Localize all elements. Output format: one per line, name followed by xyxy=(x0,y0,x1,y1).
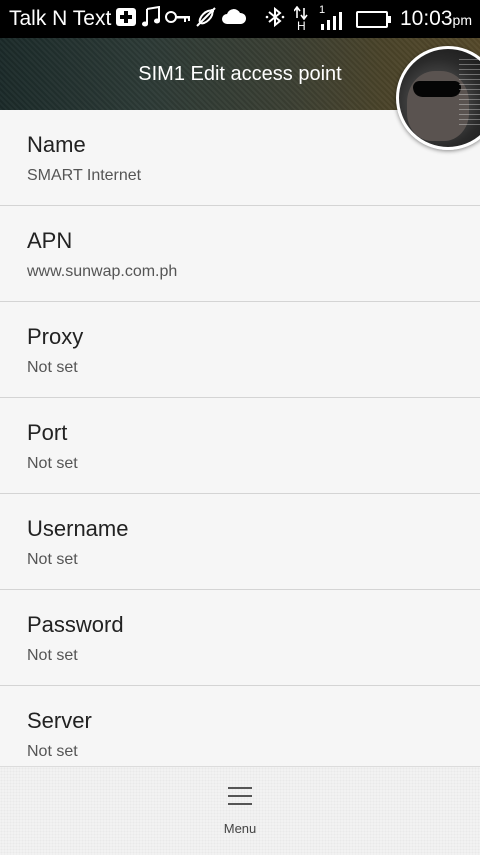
setting-label: Username xyxy=(27,516,129,541)
setting-row-port[interactable]: Port Not set xyxy=(0,398,480,494)
status-bar: Talk N Text H 1 10:03pm xyxy=(0,0,480,38)
setting-row-username[interactable]: Username Not set xyxy=(0,494,480,590)
setting-value: Not set xyxy=(27,743,78,760)
clock: 10:03pm xyxy=(400,7,472,31)
notification-icons xyxy=(115,5,250,33)
setting-row-apn[interactable]: APN www.sunwap.com.ph xyxy=(0,206,480,302)
music-note-icon xyxy=(140,5,162,33)
setting-label: Name xyxy=(27,132,86,157)
setting-value: Not set xyxy=(27,359,78,376)
signal-bars-icon: 1 xyxy=(318,4,344,34)
data-arrows-icon: H xyxy=(293,4,316,34)
key-icon xyxy=(165,9,191,30)
satellite-icon xyxy=(194,6,218,33)
bluetooth-icon xyxy=(264,6,286,33)
clock-ampm: pm xyxy=(452,12,472,28)
menu-button[interactable]: Menu xyxy=(200,781,280,845)
cloud-icon xyxy=(221,8,247,31)
setting-value: Not set xyxy=(27,647,78,664)
clock-time: 10:03 xyxy=(399,7,453,30)
carrier-name: Talk N Text xyxy=(9,7,112,30)
avatar-text-overlay xyxy=(459,59,480,129)
setting-label: Proxy xyxy=(27,324,84,349)
setting-label: APN xyxy=(27,228,73,253)
setting-value: Not set xyxy=(27,551,78,568)
system-indicators: H 1 10:03pm xyxy=(264,0,472,38)
apn-settings-list: Name SMART Internet APN www.sunwap.com.p… xyxy=(0,110,480,782)
bottom-menu-bar: Menu xyxy=(0,766,480,855)
setting-value: Not set xyxy=(27,455,78,472)
network-type-label: H xyxy=(296,19,306,33)
avatar-sunglasses xyxy=(413,81,461,97)
menu-label: Menu xyxy=(223,821,257,836)
hamburger-menu-icon xyxy=(228,787,252,805)
setting-label: Password xyxy=(27,612,124,637)
setting-row-proxy[interactable]: Proxy Not set xyxy=(0,302,480,398)
medical-plus-icon xyxy=(115,7,137,32)
setting-label: Port xyxy=(27,420,68,445)
setting-value: www.sunwap.com.ph xyxy=(27,263,178,280)
setting-label: Server xyxy=(27,708,92,733)
battery-icon xyxy=(355,10,391,28)
setting-row-password[interactable]: Password Not set xyxy=(0,590,480,686)
setting-value: SMART Internet xyxy=(27,167,142,184)
